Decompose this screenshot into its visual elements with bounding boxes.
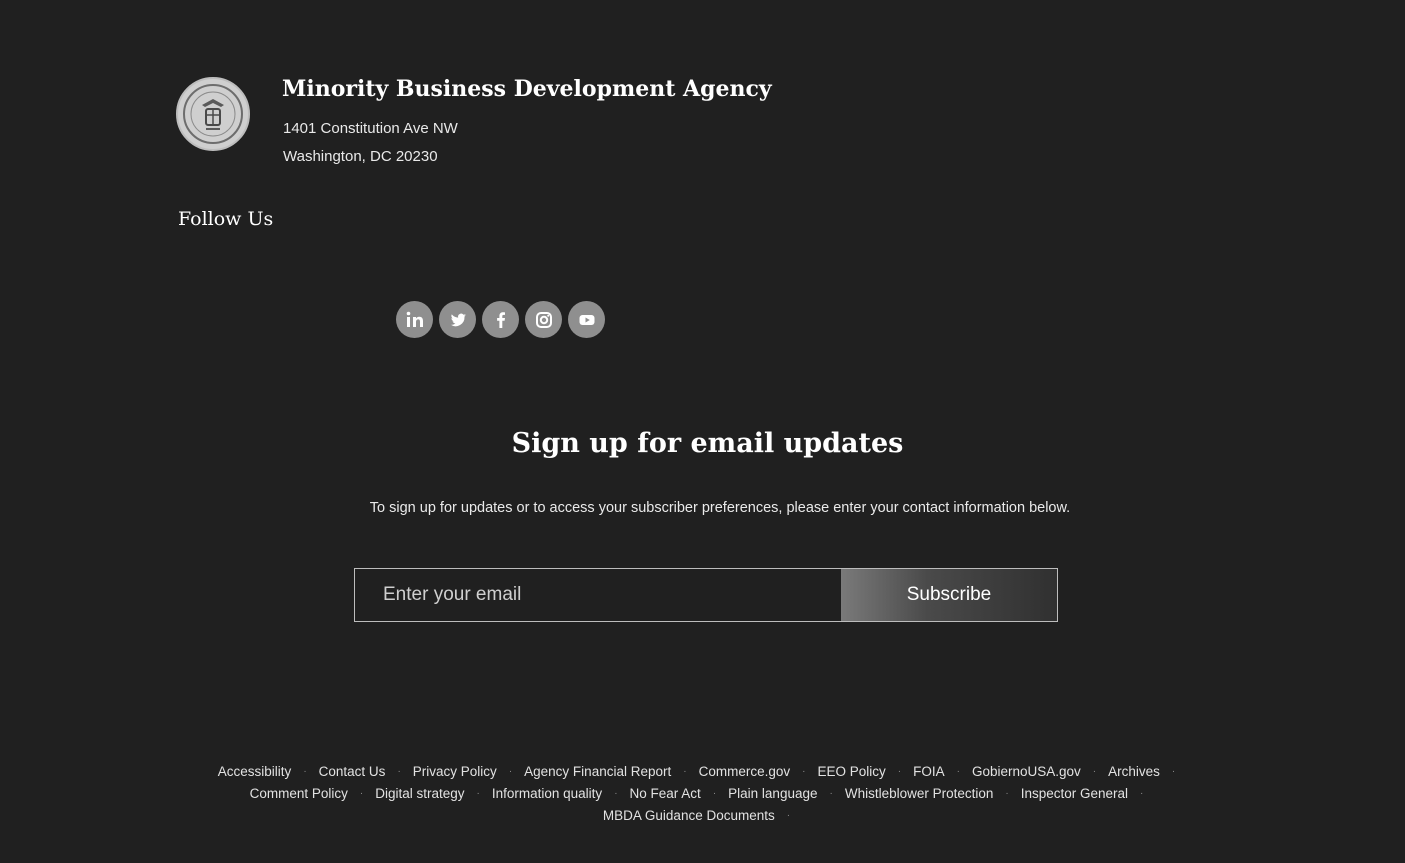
- footer-page: Minority Business Development Agency 140…: [0, 0, 1405, 863]
- footer-link-digital-strategy[interactable]: Digital strategy: [375, 786, 464, 801]
- separator: ·: [802, 765, 806, 777]
- footer-links: Accessibility · Contact Us · Privacy Polic…: [0, 760, 1405, 826]
- signup-title: Sign up for email updates: [511, 428, 904, 459]
- footer-link-mbda-guidance-documents[interactable]: MBDA Guidance Documents: [603, 808, 775, 823]
- separator: ·: [829, 787, 833, 799]
- footer-link-no-fear-act[interactable]: No Fear Act: [630, 786, 701, 801]
- instagram-icon[interactable]: [525, 301, 562, 338]
- footer-links-row-2: Comment Policy · Digital strategy · Inform…: [0, 782, 1405, 804]
- separator: ·: [956, 765, 960, 777]
- agency-seal-icon: [176, 77, 250, 151]
- footer-link-comment-policy[interactable]: Comment Policy: [250, 786, 348, 801]
- email-input[interactable]: [355, 569, 841, 621]
- agency-name: Minority Business Development Agency: [282, 76, 772, 102]
- email-signup-form: Subscribe: [354, 568, 1058, 622]
- follow-us-label: Follow Us: [178, 208, 274, 230]
- twitter-icon[interactable]: [439, 301, 476, 338]
- facebook-icon[interactable]: [482, 301, 519, 338]
- footer-link-foia[interactable]: FOIA: [913, 764, 945, 779]
- social-links: [396, 301, 605, 338]
- footer-link-agency-financial-report[interactable]: Agency Financial Report: [524, 764, 671, 779]
- separator: ·: [476, 787, 480, 799]
- address-line-2: Washington, DC 20230: [283, 148, 438, 165]
- separator: ·: [786, 809, 791, 821]
- separator: ·: [508, 765, 513, 777]
- footer-link-eeo-policy[interactable]: EEO Policy: [817, 764, 885, 779]
- separator: ·: [897, 765, 902, 777]
- footer-links-row-3: MBDA Guidance Documents ·: [0, 804, 1405, 826]
- youtube-icon[interactable]: [568, 301, 605, 338]
- footer-links-row-1: Accessibility · Contact Us · Privacy Polic…: [0, 760, 1405, 782]
- separator: ·: [397, 765, 401, 777]
- separator: ·: [614, 787, 618, 799]
- linkedin-icon[interactable]: [396, 301, 433, 338]
- separator: ·: [1092, 765, 1097, 777]
- separator: ·: [712, 787, 717, 799]
- footer-link-accessibility[interactable]: Accessibility: [218, 764, 292, 779]
- footer-link-plain-language[interactable]: Plain language: [728, 786, 817, 801]
- separator: ·: [359, 787, 364, 799]
- separator: ·: [1140, 787, 1144, 799]
- footer-link-archives[interactable]: Archives: [1108, 764, 1160, 779]
- separator: ·: [1171, 765, 1176, 777]
- subscribe-button[interactable]: Subscribe: [841, 569, 1057, 621]
- address-line-1: 1401 Constitution Ave NW: [283, 120, 458, 137]
- footer-link-privacy-policy[interactable]: Privacy Policy: [413, 764, 497, 779]
- footer-link-commerce-gov[interactable]: Commerce.gov: [699, 764, 791, 779]
- signup-description: To sign up for updates or to access your…: [369, 500, 1071, 516]
- footer-link-inspector-general[interactable]: Inspector General: [1021, 786, 1128, 801]
- separator: ·: [1005, 787, 1009, 799]
- separator: ·: [683, 765, 687, 777]
- footer-link-whistleblower-protection[interactable]: Whistleblower Protection: [845, 786, 994, 801]
- footer-link-information-quality[interactable]: Information quality: [492, 786, 602, 801]
- footer-link-gobiernousa-gov[interactable]: GobiernoUSA.gov: [972, 764, 1081, 779]
- separator: ·: [303, 765, 307, 777]
- footer-link-contact-us[interactable]: Contact Us: [319, 764, 386, 779]
